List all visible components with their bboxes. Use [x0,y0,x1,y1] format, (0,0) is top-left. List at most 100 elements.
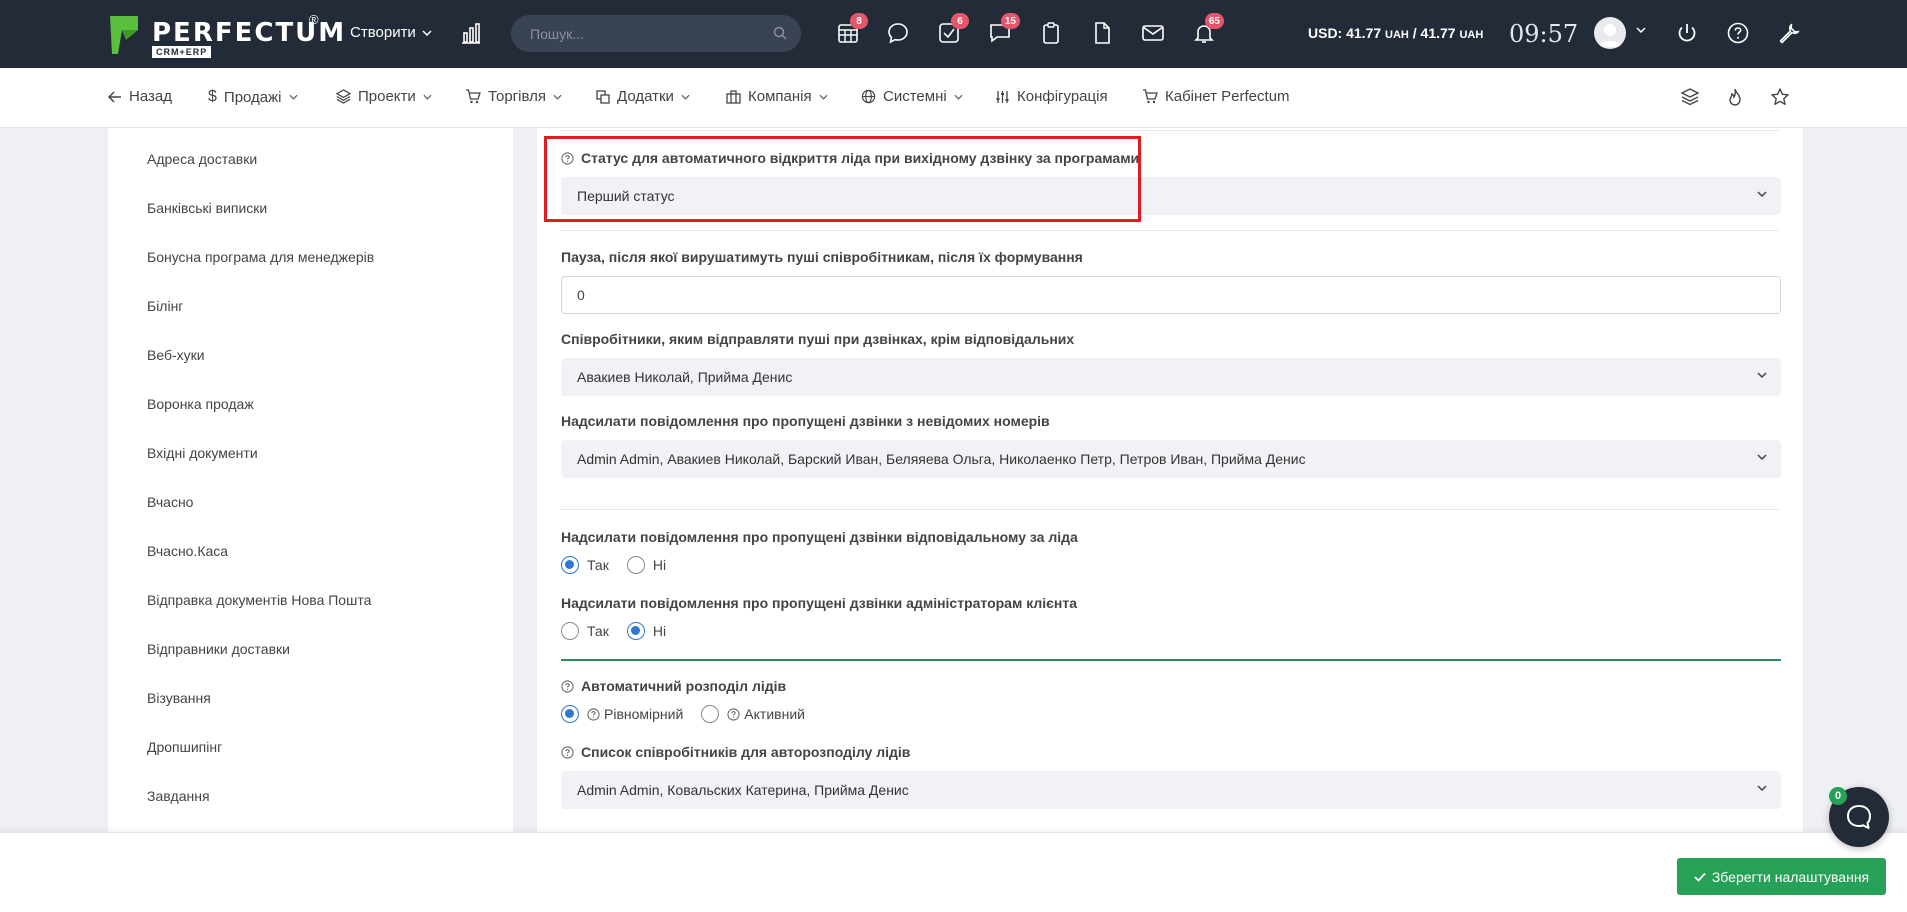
copy-icon [596,89,610,104]
help-icon[interactable] [1726,21,1750,45]
search-input[interactable] [530,15,770,52]
chat-icon[interactable]: 15 [988,13,1020,45]
calendar-icon[interactable]: 8 [836,13,868,45]
sidebar-item[interactable]: Вчасно [147,494,193,510]
sidebar-item[interactable]: Білінг [147,298,183,314]
chevron-down-icon [954,94,963,100]
pause-label: Пауза, після якої вирушатимуть пуші спів… [561,249,1083,265]
menu-sales[interactable]: $ Продажі [208,88,298,106]
chevron-down-icon [288,94,298,100]
sidebar-item[interactable]: Воронка продаж [147,396,254,412]
sidebar-item[interactable]: Адреса доставки [147,151,257,167]
autolist-select[interactable]: Admin Admin, Ковальских Катерина, Прийма… [561,771,1781,809]
chat-widget-button[interactable]: 0 [1829,787,1889,847]
top-bar: PERFECTUM ® CRM+ERP Створити 8 6 15 [0,0,1907,68]
menu-config[interactable]: Конфігурація [995,88,1108,105]
currency-usd: USD: 41.77 [1308,25,1382,41]
sidebar-item[interactable]: Дропшипінг [147,739,222,755]
messages-icon[interactable] [886,21,910,45]
calendar-badge: 8 [850,13,868,29]
create-button[interactable]: Створити [350,24,432,41]
sidebar-item[interactable]: Відправники доставки [147,641,290,657]
search-box [511,15,801,52]
menu-trade-label: Торгівля [488,88,546,105]
menu-cabinet-label: Кабінет Perfectum [1165,88,1290,105]
avatar-chevron-down-icon[interactable] [1636,27,1646,33]
search-icon[interactable] [773,26,787,40]
star-icon[interactable] [1770,87,1790,107]
menu-trade[interactable]: Торгівля [465,88,562,105]
autolist-label-text: Список співробітників для авторозподілу … [581,744,911,760]
autodist-active-label: Активний [744,706,805,722]
tasks-icon[interactable]: 6 [937,13,969,45]
menu-projects[interactable]: Проекти [336,88,432,105]
chevron-down-icon [422,29,432,36]
globe-icon [861,89,876,104]
sidebar-item[interactable]: Візування [147,690,211,706]
menu-cabinet[interactable]: Кабінет Perfectum [1142,88,1290,105]
sidebar-item[interactable]: Відправка документів Нова Пошта [147,592,371,608]
bell-icon[interactable]: 65 [1192,13,1224,45]
check-icon [1694,872,1706,882]
menu-system[interactable]: Системні [861,88,963,105]
missed-responsible-label: Надсилати повідомлення про пропущені дзв… [561,529,1078,545]
pause-input[interactable] [562,277,1780,313]
building-icon [726,89,741,104]
fire-icon[interactable] [1725,87,1745,107]
menu-addons[interactable]: Додатки [596,88,690,105]
create-label: Створити [350,24,416,41]
logo-subtitle: CRM+ERP [152,46,212,58]
missed-responsible-radio-group: Так Ні [561,556,684,574]
currency-unit-2: UAH [1459,29,1484,41]
mail-icon[interactable] [1141,21,1165,45]
sidebar-item[interactable]: Завдання [147,788,210,804]
dollar-icon: $ [208,88,217,105]
layers-icon [336,89,351,104]
sidebar-item[interactable]: Банківські виписки [147,200,267,216]
autodistribution-radio-group: Рівномірний Активний [561,705,823,723]
push-employees-select[interactable]: Авакиев Николай, Прийма Денис [561,358,1781,396]
chevron-down-icon [1757,785,1767,791]
avatar[interactable] [1594,17,1626,49]
bar-chart-icon[interactable] [460,22,482,44]
autodist-even-label: Рівномірний [604,706,684,722]
wrench-icon[interactable] [1777,21,1801,45]
document-icon[interactable] [1090,21,1114,45]
power-icon[interactable] [1675,21,1699,45]
main-menu: Назад $ Продажі Проекти Торгівля Додатки… [0,68,1907,128]
autodist-active-radio[interactable] [701,705,720,723]
menu-back-label: Назад [129,88,172,105]
sidebar-item[interactable]: Веб-хуки [147,347,205,363]
missed-admin-yes-radio[interactable] [561,622,579,640]
chevron-down-icon [1757,454,1767,460]
unknown-numbers-select[interactable]: Admin Admin, Авакиев Николай, Барский Ив… [561,440,1781,478]
missed-responsible-no-radio[interactable] [626,556,645,574]
chevron-down-icon [681,94,690,100]
settings-sidebar: Адреса доставки Банківські виписки Бонус… [108,128,513,832]
menu-company[interactable]: Компанія [726,88,828,105]
logo-mark-icon [110,16,138,54]
settings-form: Статус для автоматичного відкриття ліда … [537,128,1803,832]
footer-bar: Зберегти налаштування [0,832,1907,912]
status-label: Статус для автоматичного відкриття ліда … [561,150,1139,166]
layers-icon[interactable] [1680,87,1700,107]
cart-icon [1143,89,1158,104]
chevron-down-icon [1757,372,1767,378]
missed-admin-no-radio[interactable] [626,622,645,640]
help-circle-icon [561,151,574,165]
missed-responsible-yes-radio[interactable] [561,556,579,574]
menu-back[interactable]: Назад [108,88,172,105]
missed-admin-radio-group: Так Ні [561,622,684,640]
save-settings-button[interactable]: Зберегти налаштування [1677,858,1886,895]
chevron-down-icon [553,94,562,100]
logo[interactable]: PERFECTUM ® CRM+ERP [108,12,344,58]
yes-label: Так [587,623,609,639]
sidebar-item[interactable]: Вхідні документи [147,445,258,461]
clipboard-icon[interactable] [1039,21,1063,45]
chat-badge: 15 [1000,13,1020,29]
status-select[interactable]: Перший статус [561,177,1781,215]
sidebar-item[interactable]: Бонусна програма для менеджерів [147,249,374,265]
save-settings-label: Зберегти налаштування [1711,868,1870,885]
sidebar-item[interactable]: Вчасно.Каса [147,543,228,559]
autodist-even-radio[interactable] [561,705,579,723]
